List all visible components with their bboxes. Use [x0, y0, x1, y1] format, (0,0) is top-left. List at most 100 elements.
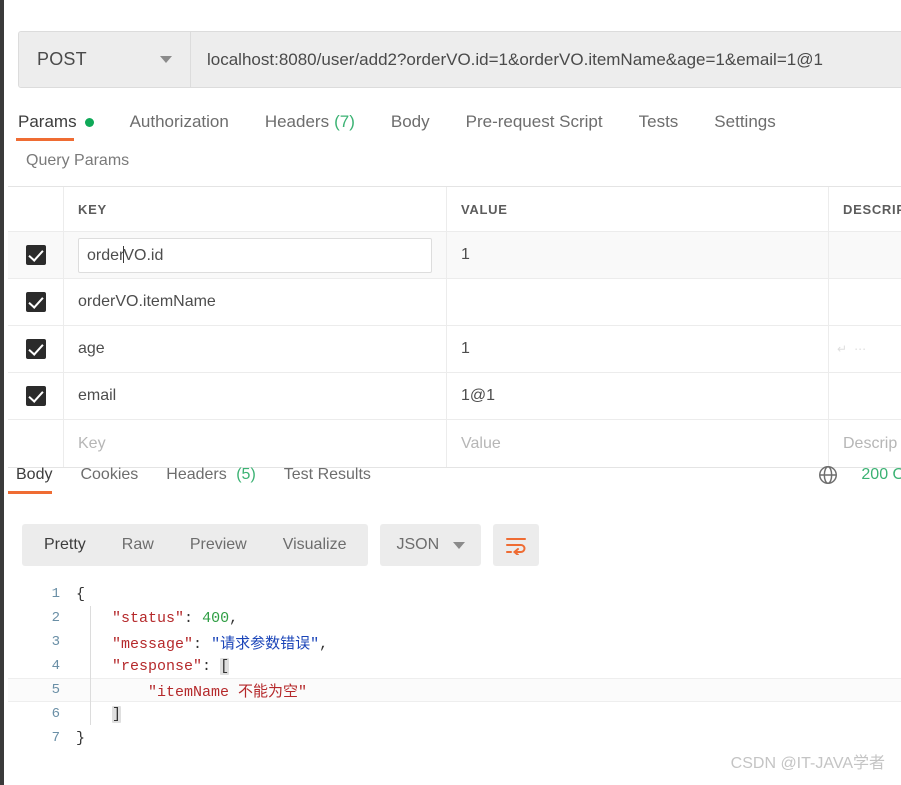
- column-header-key: KEY: [78, 201, 107, 217]
- line-number: 7: [51, 730, 60, 746]
- response-tab-cookies[interactable]: Cookies: [80, 466, 138, 494]
- tab-tests[interactable]: Tests: [639, 112, 679, 141]
- json-value-status: 400: [202, 609, 230, 627]
- tab-authorization[interactable]: Authorization: [130, 112, 229, 141]
- word-wrap-toggle[interactable]: [493, 524, 540, 566]
- row-description-cell[interactable]: [829, 232, 901, 278]
- table-row[interactable]: age 1 ↵ ⋯: [8, 326, 901, 373]
- view-visualize-button[interactable]: Visualize: [265, 524, 365, 566]
- line-number: 3: [51, 634, 60, 650]
- edit-icon[interactable]: ↵: [837, 342, 847, 356]
- postman-request-pane: POST localhost:8080/user/add2?orderVO.id…: [4, 0, 901, 785]
- tab-headers-count: (7): [334, 112, 355, 131]
- response-tab-body-label: Body: [16, 466, 53, 483]
- value-placeholder: Value: [461, 434, 501, 452]
- row-hover-actions[interactable]: ↵ ⋯: [837, 342, 866, 356]
- more-options-icon[interactable]: ⋯: [854, 342, 866, 356]
- row-checkbox-cell: [8, 326, 64, 372]
- line-number: 5: [51, 682, 60, 698]
- response-tab-bar: Body Cookies Headers (5) Test Results 20…: [7, 464, 901, 506]
- line-number: 2: [51, 610, 60, 626]
- table-header-row: KEY VALUE DESCRIPT: [8, 187, 901, 232]
- csdn-watermark: CSDN @IT-JAVA学者: [730, 755, 885, 772]
- response-tab-test-results-label: Test Results: [283, 466, 371, 483]
- checkbox-enabled[interactable]: [25, 292, 46, 312]
- key-text: orderVO.itemName: [78, 293, 216, 310]
- row-description-cell[interactable]: Descrip: [829, 420, 901, 467]
- key-input-focused[interactable]: orderVO.id: [78, 237, 432, 273]
- json-line: 6 ]: [8, 702, 901, 726]
- row-checkbox-cell: [8, 373, 64, 419]
- row-key-cell[interactable]: age: [64, 326, 447, 372]
- indent-guide-line: [90, 606, 91, 725]
- table-row[interactable]: orderVO.itemName: [8, 279, 901, 326]
- row-value-cell[interactable]: 1: [447, 326, 829, 372]
- row-value-cell[interactable]: [447, 279, 829, 325]
- json-line: 3 "message": "请求参数错误",: [8, 630, 901, 654]
- http-method-label: POST: [37, 49, 87, 69]
- header-cell-checkbox: [8, 187, 64, 231]
- response-language-label: JSON: [396, 536, 440, 553]
- json-close-bracket: ]: [112, 705, 122, 723]
- tab-body-label: Body: [390, 112, 430, 131]
- tab-body[interactable]: Body: [391, 112, 430, 141]
- value-text: 1@1: [461, 387, 496, 404]
- checkbox-enabled[interactable]: [25, 386, 46, 406]
- checkbox-enabled[interactable]: [25, 339, 46, 359]
- globe-icon: [819, 466, 838, 484]
- row-checkbox-cell: [8, 420, 64, 467]
- row-value-cell[interactable]: 1: [447, 232, 829, 278]
- tab-tests-label: Tests: [638, 112, 679, 131]
- tab-pre-request-script[interactable]: Pre-request Script: [466, 112, 603, 141]
- url-bar: POST localhost:8080/user/add2?orderVO.id…: [18, 31, 901, 88]
- view-pretty-button[interactable]: Pretty: [26, 524, 104, 566]
- json-array-item: "itemName 不能为空": [148, 683, 308, 701]
- status-badge: 200 O: [861, 466, 901, 483]
- tab-params-label: Params: [18, 112, 77, 131]
- row-key-cell[interactable]: orderVO.itemName: [64, 279, 447, 325]
- row-checkbox-cell: [8, 232, 64, 278]
- json-line-content: "status": 400,: [76, 610, 238, 627]
- json-key-status: "status": [112, 609, 185, 627]
- row-value-cell[interactable]: Value: [447, 420, 829, 467]
- row-description-cell[interactable]: [829, 279, 901, 325]
- key-text: age: [78, 340, 105, 357]
- response-format-toolbar: Pretty Raw Preview Visualize JSON: [22, 524, 540, 566]
- response-body-json-viewer[interactable]: 1 { 2 "status": 400, 3 "message": "请求参数错…: [8, 582, 901, 757]
- query-params-heading: Query Params: [26, 152, 130, 169]
- checkbox-enabled[interactable]: [25, 245, 46, 265]
- response-status-group: 200 O: [817, 464, 901, 486]
- row-key-cell[interactable]: email: [64, 373, 447, 419]
- tab-authorization-label: Authorization: [129, 112, 229, 131]
- response-tab-headers-label: Headers: [166, 466, 227, 483]
- request-url-input[interactable]: localhost:8080/user/add2?orderVO.id=1&or…: [191, 32, 901, 87]
- tab-params[interactable]: Params: [16, 112, 94, 141]
- row-key-cell[interactable]: Key: [64, 420, 447, 467]
- table-row-empty[interactable]: Key Value Descrip: [8, 420, 901, 467]
- row-key-cell[interactable]: orderVO.id: [64, 232, 447, 278]
- row-description-cell[interactable]: [829, 373, 901, 419]
- tab-settings[interactable]: Settings: [714, 112, 775, 141]
- json-line-content: "message": "请求参数错误",: [76, 632, 328, 653]
- json-line-content: "response": [: [76, 657, 230, 675]
- response-tab-headers[interactable]: Headers (5): [166, 466, 256, 494]
- response-language-selector[interactable]: JSON: [380, 524, 482, 566]
- view-preview-button[interactable]: Preview: [172, 524, 265, 566]
- json-key-response: "response": [112, 657, 203, 675]
- response-tab-test-results[interactable]: Test Results: [284, 466, 371, 494]
- json-comma: ,: [319, 635, 329, 653]
- response-tab-cookies-label: Cookies: [80, 466, 139, 483]
- json-colon: :: [184, 609, 194, 627]
- row-value-cell[interactable]: 1@1: [447, 373, 829, 419]
- row-description-cell[interactable]: ↵ ⋯: [829, 326, 901, 372]
- value-text: 1: [461, 340, 470, 357]
- table-row[interactable]: orderVO.id 1: [8, 232, 901, 279]
- request-tab-bar: Params Authorization Headers (7) Body Pr…: [16, 112, 901, 150]
- tab-headers[interactable]: Headers (7): [265, 112, 355, 141]
- table-row[interactable]: email 1@1: [8, 373, 901, 420]
- json-line: 7 }: [8, 726, 901, 750]
- http-method-selector[interactable]: POST: [19, 32, 191, 87]
- chevron-down-icon: [453, 541, 466, 549]
- response-tab-body[interactable]: Body: [7, 466, 53, 494]
- view-raw-button[interactable]: Raw: [104, 524, 172, 566]
